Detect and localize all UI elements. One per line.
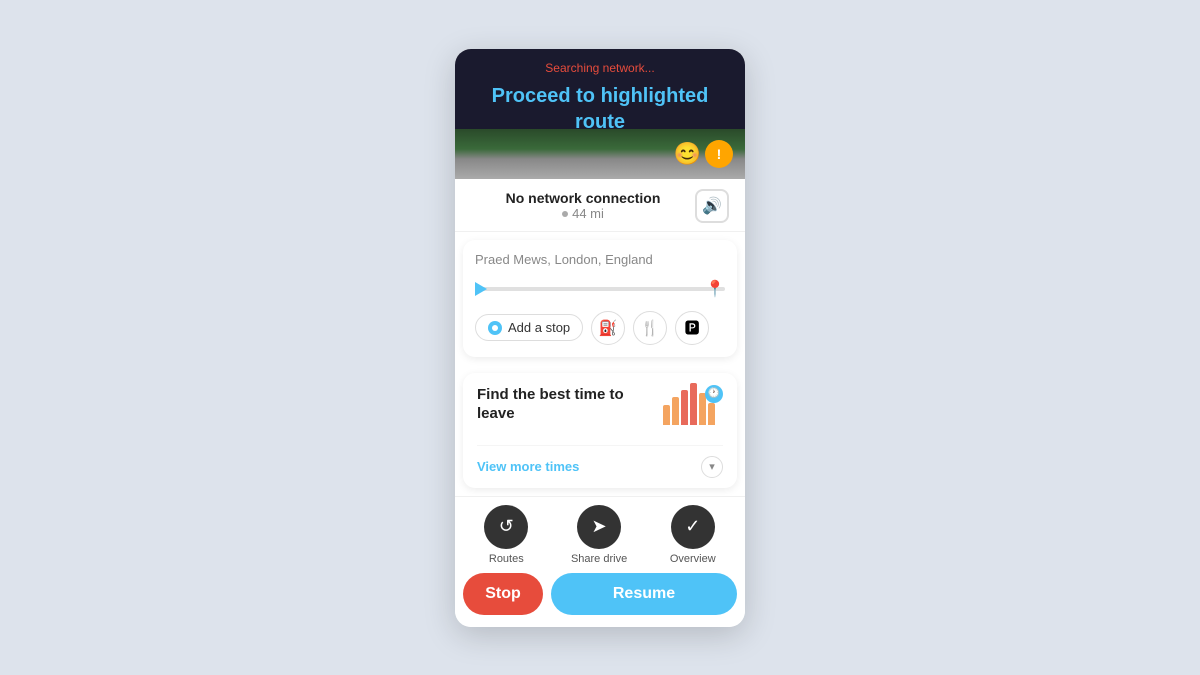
resume-button[interactable]: Resume [551,573,737,615]
food-icon: 🍴 [641,319,660,337]
food-button[interactable]: 🍴 [633,311,667,345]
distance-value: 44 mi [572,206,604,221]
speaker-button[interactable]: 🔊 [695,189,729,223]
route-end-thumb: 📍 [705,279,725,299]
speaker-icon: 🔊 [702,196,722,216]
action-button-routes[interactable]: ↺ Routes [484,505,528,565]
action-icon-0: ↺ [484,505,528,549]
distance-dot [562,211,568,217]
add-stop-button[interactable]: Add a stop [475,314,583,341]
stop-button[interactable]: Stop [463,573,543,615]
action-icon-2: ✓ [671,505,715,549]
stop-options: Add a stop ⛽ 🍴 🅿 [475,311,725,345]
clock-icon-container: 🕐 [705,385,723,403]
chart-area: 🕐 [663,385,723,435]
pin-icon: 📍 [705,281,725,298]
add-stop-inner [492,325,498,331]
chart-bar [672,397,679,425]
network-title: No network connection [506,190,661,206]
emoji-icon: 😊 [674,141,701,167]
destination-text: Praed Mews, London, England [475,252,725,267]
map-road-overlay: 😊 ! [455,129,745,179]
route-start-thumb [475,282,487,296]
action-icon-1: ➤ [577,505,621,549]
phone-container: Searching network... Proceed to highligh… [455,49,745,627]
action-label-2: Overview [670,553,716,565]
action-button-share-drive[interactable]: ➤ Share drive [571,505,627,565]
chart-bar [663,405,670,425]
best-time-header: Find the best time to leave 🕐 [477,385,723,435]
add-stop-label: Add a stop [508,320,570,335]
parking-button[interactable]: 🅿 [675,311,709,345]
fuel-icon: ⛽ [599,319,618,337]
chevron-down-icon[interactable]: ▾ [701,456,723,478]
proceed-text: Proceed to highlighted route [471,83,729,135]
action-buttons-row: ↺ Routes ➤ Share drive ✓ Overview [455,505,745,573]
nav-buttons-row: Stop Resume [455,573,745,627]
network-info: No network connection 44 mi [471,190,695,221]
view-more-text[interactable]: View more times [477,459,579,474]
route-card: Praed Mews, London, England 📍 Add a stop… [463,240,737,357]
action-button-overview[interactable]: ✓ Overview [670,505,716,565]
fuel-button[interactable]: ⛽ [591,311,625,345]
searching-text: Searching network... [471,61,729,75]
clock-icon: 🕐 [708,388,720,399]
map-header: Searching network... Proceed to highligh… [455,49,745,179]
best-time-card: Find the best time to leave 🕐 View more … [463,373,737,488]
route-track: 📍 [475,287,725,291]
chart-bar [681,390,688,425]
add-stop-dot-icon [488,321,502,335]
bottom-actions: ↺ Routes ➤ Share drive ✓ Overview Stop Resume [455,496,745,627]
view-more-row[interactable]: View more times ▾ [477,445,723,488]
best-time-title: Find the best time to leave [477,385,663,424]
action-label-0: Routes [489,553,524,565]
warning-sign: ! [705,140,733,168]
chart-bar [690,383,697,425]
network-status-bar: No network connection 44 mi 🔊 [455,179,745,232]
parking-icon: 🅿 [685,317,700,338]
action-label-1: Share drive [571,553,627,565]
chart-bar [708,403,715,425]
route-slider[interactable]: 📍 [475,279,725,299]
distance-text: 44 mi [562,206,604,221]
